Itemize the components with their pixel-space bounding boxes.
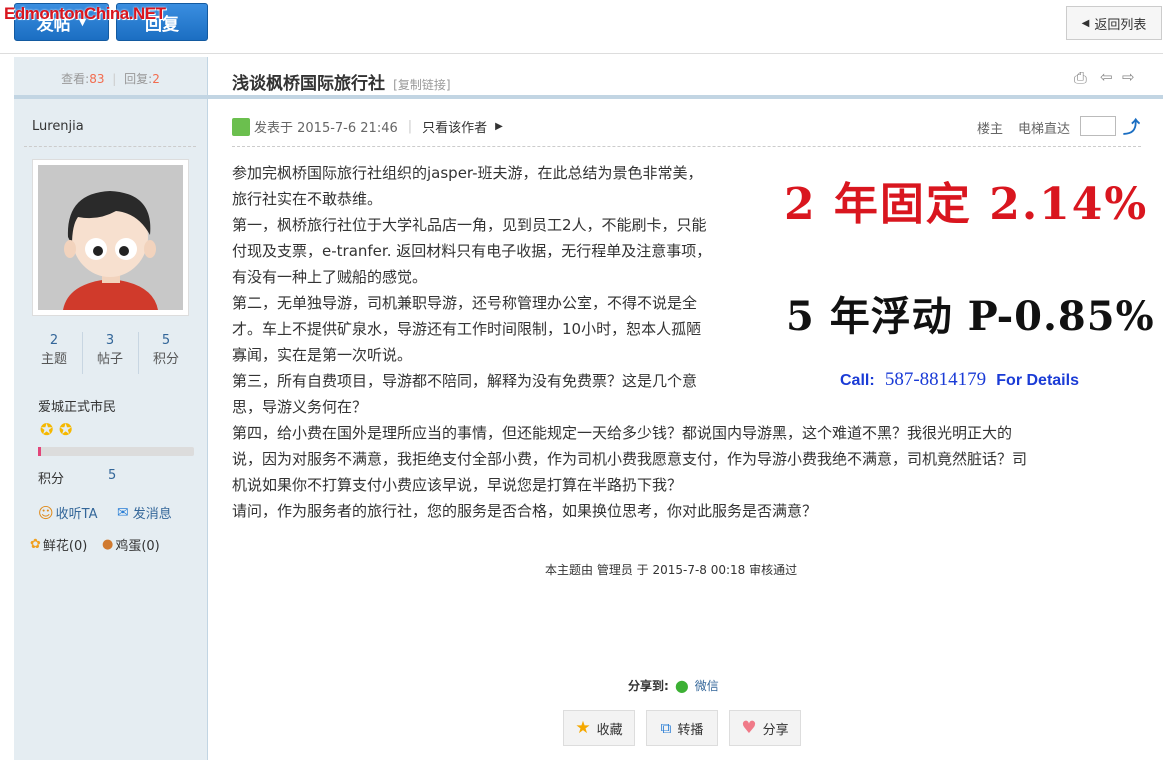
flowers-link[interactable]: ✿ 鲜花(0) <box>30 535 87 554</box>
level-progress-fill <box>38 447 41 456</box>
thread-title-text[interactable]: 浅谈枫桥国际旅行社 <box>232 74 385 94</box>
envelope-icon: ✉ <box>117 504 129 521</box>
wechat-icon: ● <box>674 676 689 695</box>
back-to-list-button[interactable]: ◀ 返回列表 <box>1066 6 1162 40</box>
star-icon: ✪ <box>40 420 54 439</box>
post-meta-divider <box>232 146 1141 147</box>
points-count: 5 <box>161 333 171 348</box>
jump-go-icon[interactable]: ⤴ <box>1123 113 1140 138</box>
ad-fixed-rate: 2 年固定 2.14% <box>784 179 1149 230</box>
star-icon: ✪ <box>59 420 73 439</box>
triangle-left-icon: ◀ <box>1081 17 1090 29</box>
send-message-label: 发消息 <box>132 507 172 522</box>
thread-stats: 查看:83 | 回复:2 <box>14 57 207 99</box>
topics-count: 2 <box>49 333 59 348</box>
post-line: 说，因为对服务不满意，我拒绝支付全部小费，作为司机小费我愿意支付，作为导游小费我… <box>232 450 1028 468</box>
meta-separator: | <box>407 119 413 134</box>
only-author-link[interactable]: 只看该作者 <box>422 117 487 136</box>
online-status-icon <box>232 117 250 136</box>
ad-variable-rate: 5 年浮动 P-0.85% <box>786 293 1155 340</box>
post-line: 第四，给小费在国外是理所应当的事情，但还能规定一天给多少钱？都说国内导游黑，这个… <box>232 424 1013 442</box>
favorite-label: 收藏 <box>596 722 623 738</box>
author-stat-points[interactable]: 5 积分 <box>139 333 193 367</box>
eggs-label: 鸡蛋(0) <box>115 539 160 554</box>
next-thread-icon[interactable]: ⇨ <box>1122 68 1135 86</box>
level-progress-bar <box>38 447 194 456</box>
author-points-value: 5 <box>108 468 117 483</box>
eggs-link[interactable]: ● 鸡蛋(0) <box>102 535 160 554</box>
post-date: 发表于 2015-7-6 21:46 <box>254 121 398 136</box>
share-button-label: 分享 <box>762 722 789 738</box>
author-points-label: 积分 <box>38 472 65 487</box>
post-line: 请问，作为服务者的旅行社，您的服务是否合格，如果换位思考，你对此服务是否满意？ <box>232 502 818 520</box>
post-meta: 发表于 2015-7-6 21:46 | 只看该作者 ▶ <box>232 117 503 136</box>
send-message-link[interactable]: ✉ 发消息 <box>117 503 172 523</box>
ad-phone: 587-8814179 <box>884 369 987 390</box>
points-label: 积分 <box>152 352 179 367</box>
replies-count: 2 <box>152 72 160 86</box>
site-watermark: EdmontonChina.NET <box>4 4 166 23</box>
avatar[interactable] <box>32 159 189 316</box>
divider <box>0 53 1163 54</box>
views-label: 查看: <box>61 72 90 86</box>
topics-label: 主题 <box>40 352 67 367</box>
floor-jump-input[interactable] <box>1080 116 1116 136</box>
author-stat-topics[interactable]: 2 主题 <box>27 333 81 367</box>
thread-title: 浅谈枫桥国际旅行社 [复制链接] <box>232 69 451 94</box>
forward-label: 转播 <box>677 722 704 738</box>
flowers-label: 鲜花(0) <box>42 539 88 554</box>
copy-link[interactable]: [复制链接] <box>393 78 450 92</box>
prev-thread-icon[interactable]: ⇦ <box>1100 68 1113 86</box>
moderation-note: 本主题由 管理员 于 2015-7-8 00:18 审核通过 <box>545 563 798 577</box>
ad-call-line: Call: 587-8814179 For Details <box>840 369 1079 391</box>
egg-icon: ● <box>102 537 114 552</box>
follow-icon: ☺ <box>38 503 54 522</box>
posts-count: 3 <box>105 333 115 348</box>
stats-separator: | <box>112 72 117 86</box>
heart-icon: ♥ <box>741 718 757 738</box>
floor-label[interactable]: 楼主 <box>977 118 1003 137</box>
replies-label: 回复: <box>124 72 153 86</box>
author-rank[interactable]: 爱城正式市民 <box>38 396 116 415</box>
favorite-button[interactable]: ★ 收藏 <box>563 710 635 746</box>
share-row: 分享到: ● 微信 <box>628 676 719 695</box>
post-line: 机说如果你不打算支付小费应该早说，早说您是打算在半路扔下我？ <box>232 476 683 494</box>
back-to-list-label: 返回列表 <box>1094 17 1147 33</box>
ad-details: For Details <box>996 372 1079 389</box>
author-divider <box>24 146 196 147</box>
elevator-label: 电梯直达 <box>1018 122 1071 137</box>
follow-label: 收听TA <box>55 507 98 522</box>
ad-call-label: Call: <box>840 372 875 389</box>
triangle-right-icon: ▶ <box>495 121 503 132</box>
author-name[interactable]: Lurenjia <box>32 119 84 134</box>
share-button[interactable]: ♥ 分享 <box>729 710 801 746</box>
views-count: 83 <box>89 72 105 86</box>
posts-label: 帖子 <box>96 352 123 367</box>
print-icon[interactable]: ⎙ <box>1074 68 1087 88</box>
wechat-share-link[interactable]: 微信 <box>695 677 719 694</box>
share-label: 分享到: <box>628 679 669 693</box>
forward-icon: ⧉ <box>660 719 672 737</box>
author-stat-posts[interactable]: 3 帖子 <box>83 333 137 367</box>
star-icon: ★ <box>575 718 591 738</box>
follow-link[interactable]: ☺ 收听TA <box>38 503 98 523</box>
flower-icon: ✿ <box>30 537 41 552</box>
forward-button[interactable]: ⧉ 转播 <box>646 710 718 746</box>
